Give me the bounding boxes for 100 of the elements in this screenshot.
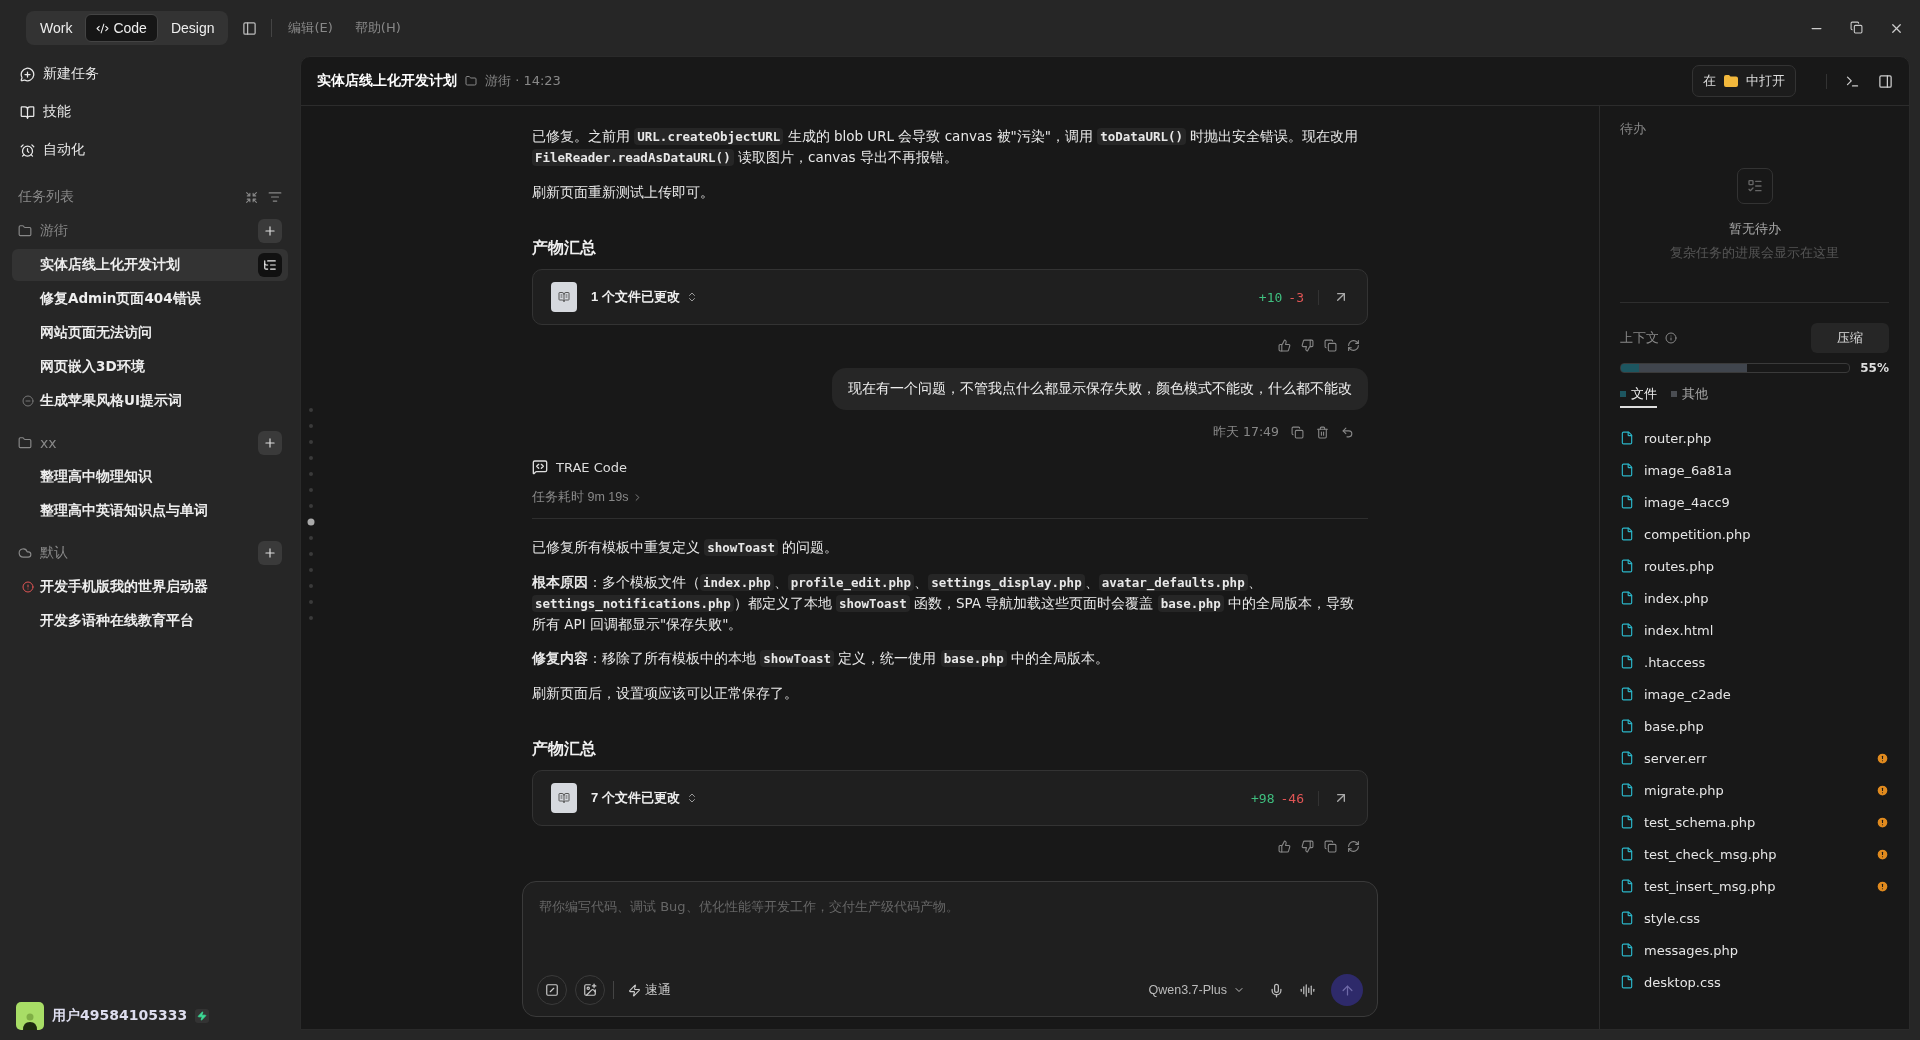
file-icon [1620,943,1634,957]
message-input[interactable]: 帮你编写代码、调试 Bug、优化性能等开发工作，交付生产级代码产物。 [537,896,1363,974]
file-icon [1620,815,1634,829]
open-in-folder-button[interactable]: 在 中打开 [1692,65,1796,97]
thumbs-up-icon[interactable] [1278,840,1291,853]
nav-item[interactable]: 自动化 [12,132,288,168]
slash-icon [545,983,559,997]
retry-icon[interactable] [1347,339,1360,352]
file-name[interactable]: image_6a81a [1644,462,1732,478]
info-icon[interactable] [1665,332,1677,344]
file-icon [1620,975,1634,989]
delete-icon[interactable] [1316,426,1329,439]
file-name[interactable]: test_schema.php [1644,814,1756,830]
menu-item[interactable]: 帮助(H) [348,19,407,37]
panel-icon[interactable] [1878,73,1893,89]
file-name[interactable]: router.php [1644,430,1712,446]
message-paragraph: 根本原因：多个模板文件（ index.php 、 profile_edit.php 、 settings_display.php 、 avatar_defaults.php 、 settings_notifications.php ）都定义了本地 showToast 函数，SPA 导航加载这些页面时会覆盖 base.php 中的全局版本，导致所有 API 回调都显示"保存失败"。 [532,573,1356,634]
todo-list-icon [1736,168,1773,204]
warning-icon [1876,879,1889,893]
file-icon [1620,751,1634,765]
add-button[interactable] [258,431,282,455]
undo-icon[interactable] [1341,426,1354,439]
mode-tab[interactable]: Code [85,14,158,42]
task-item[interactable]: 实体店线上化开发计划 [12,249,288,281]
model-select[interactable]: Qwen3.7-Plus [1142,982,1251,998]
task-item[interactable]: 整理高中英语知识点与单词 [12,495,288,527]
file-name[interactable]: server.err [1644,750,1707,766]
file-name[interactable]: competition.php [1644,526,1751,542]
thumbs-down-icon[interactable] [1301,840,1314,853]
file-icon [1620,879,1634,893]
file-name[interactable]: base.php [1644,718,1704,734]
copy-icon[interactable] [1324,840,1337,853]
file-icon [551,783,577,813]
microphone-icon[interactable] [1269,982,1284,998]
file-name[interactable]: messages.php [1644,942,1739,958]
context-tab[interactable]: 其他 [1671,385,1708,408]
file-icon [1620,431,1634,445]
user-name: 用户49584105333 [52,1007,188,1025]
message-paragraph: 修复内容：移除了所有模板中的本地 showToast 定义，统一使用 base.php 中的全局版本。 [532,649,1111,669]
plus-icon [263,546,277,560]
restore-icon[interactable] [1850,20,1863,34]
changed-files-toggle[interactable]: 1 个文件已更改 [591,288,698,306]
tree-button[interactable] [258,253,282,277]
file-icon [1620,847,1634,861]
nav-item[interactable]: 新建任务 [12,56,288,92]
task-item[interactable]: 修复Admin页面404错误 [12,283,288,315]
task-item[interactable]: 开发多语种在线教育平台 [12,605,288,637]
menu-item[interactable]: 编辑(E) [282,19,339,37]
file-name[interactable]: test_check_msg.php [1644,846,1777,862]
file-name[interactable]: image_c2ade [1644,686,1731,702]
voice-icon[interactable] [1300,982,1315,998]
section-heading: 产物汇总 [532,238,597,259]
folder-icon [18,224,32,238]
empty-title: 暂无待办 [1728,220,1781,238]
context-tab[interactable]: 文件 [1620,385,1657,408]
file-name[interactable]: routes.php [1644,558,1714,574]
file-name[interactable]: migrate.php [1644,782,1724,798]
context-title: 上下文 [1620,329,1659,347]
section-heading: 产物汇总 [532,739,597,760]
task-item[interactable]: 网站页面无法访问 [12,317,288,349]
message-field[interactable]: 帮你编写代码、调试 Bug、优化性能等开发工作，交付生产级代码产物。 速通 Qwen3.7-Plus [522,881,1378,1017]
nav-item[interactable]: 技能 [12,94,288,130]
file-name[interactable]: index.php [1644,590,1709,606]
mode-tab[interactable]: Work [29,14,84,42]
task-item[interactable]: 开发手机版我的世界启动器 [12,571,288,603]
task-duration[interactable]: 任务耗时 9m 19s [532,489,1368,519]
task-item[interactable]: 网页嵌入3D环境 [12,351,288,383]
retry-icon[interactable] [1347,840,1360,853]
file-name[interactable]: test_insert_msg.php [1644,878,1776,894]
changed-files-toggle[interactable]: 7 个文件已更改 [591,789,698,807]
error-icon [22,581,34,593]
task-item[interactable]: 生成苹果风格UI提示词 [12,385,288,417]
task-title: 实体店线上化开发计划 [40,256,180,274]
file-name[interactable]: image_4acc9 [1644,494,1730,510]
copy-icon[interactable] [1324,339,1337,352]
file-icon [1620,655,1634,669]
file-name[interactable]: .htaccess [1644,654,1706,670]
group-name: 默认 [40,544,68,562]
collapse-icon[interactable] [245,190,258,204]
copy-icon[interactable] [1291,426,1304,439]
task-title: 开发手机版我的世界启动器 [40,578,208,596]
file-name[interactable]: desktop.css [1644,974,1721,990]
task-item[interactable]: 整理高中物理知识 [12,461,288,493]
thumbs-down-icon[interactable] [1301,339,1314,352]
task-title: 网页嵌入3D环境 [40,358,145,376]
mode-tab[interactable]: Design [159,14,226,42]
thumbs-up-icon[interactable] [1278,339,1291,352]
sidebar-toggle-icon[interactable] [242,20,258,36]
avatar-icon[interactable] [16,1002,44,1030]
file-name[interactable]: style.css [1644,910,1700,926]
add-button[interactable] [258,219,282,243]
filter-icon[interactable] [268,190,282,204]
add-button[interactable] [258,541,282,565]
stopped-icon [22,395,34,407]
compress-button[interactable]: 压缩 [1811,323,1889,353]
task-title: 网站页面无法访问 [40,324,152,342]
speed-mode-button[interactable]: 速通 [622,980,677,1000]
terminal-icon[interactable] [1845,73,1860,89]
file-name[interactable]: index.html [1644,622,1714,638]
send-button[interactable] [1331,974,1363,1006]
